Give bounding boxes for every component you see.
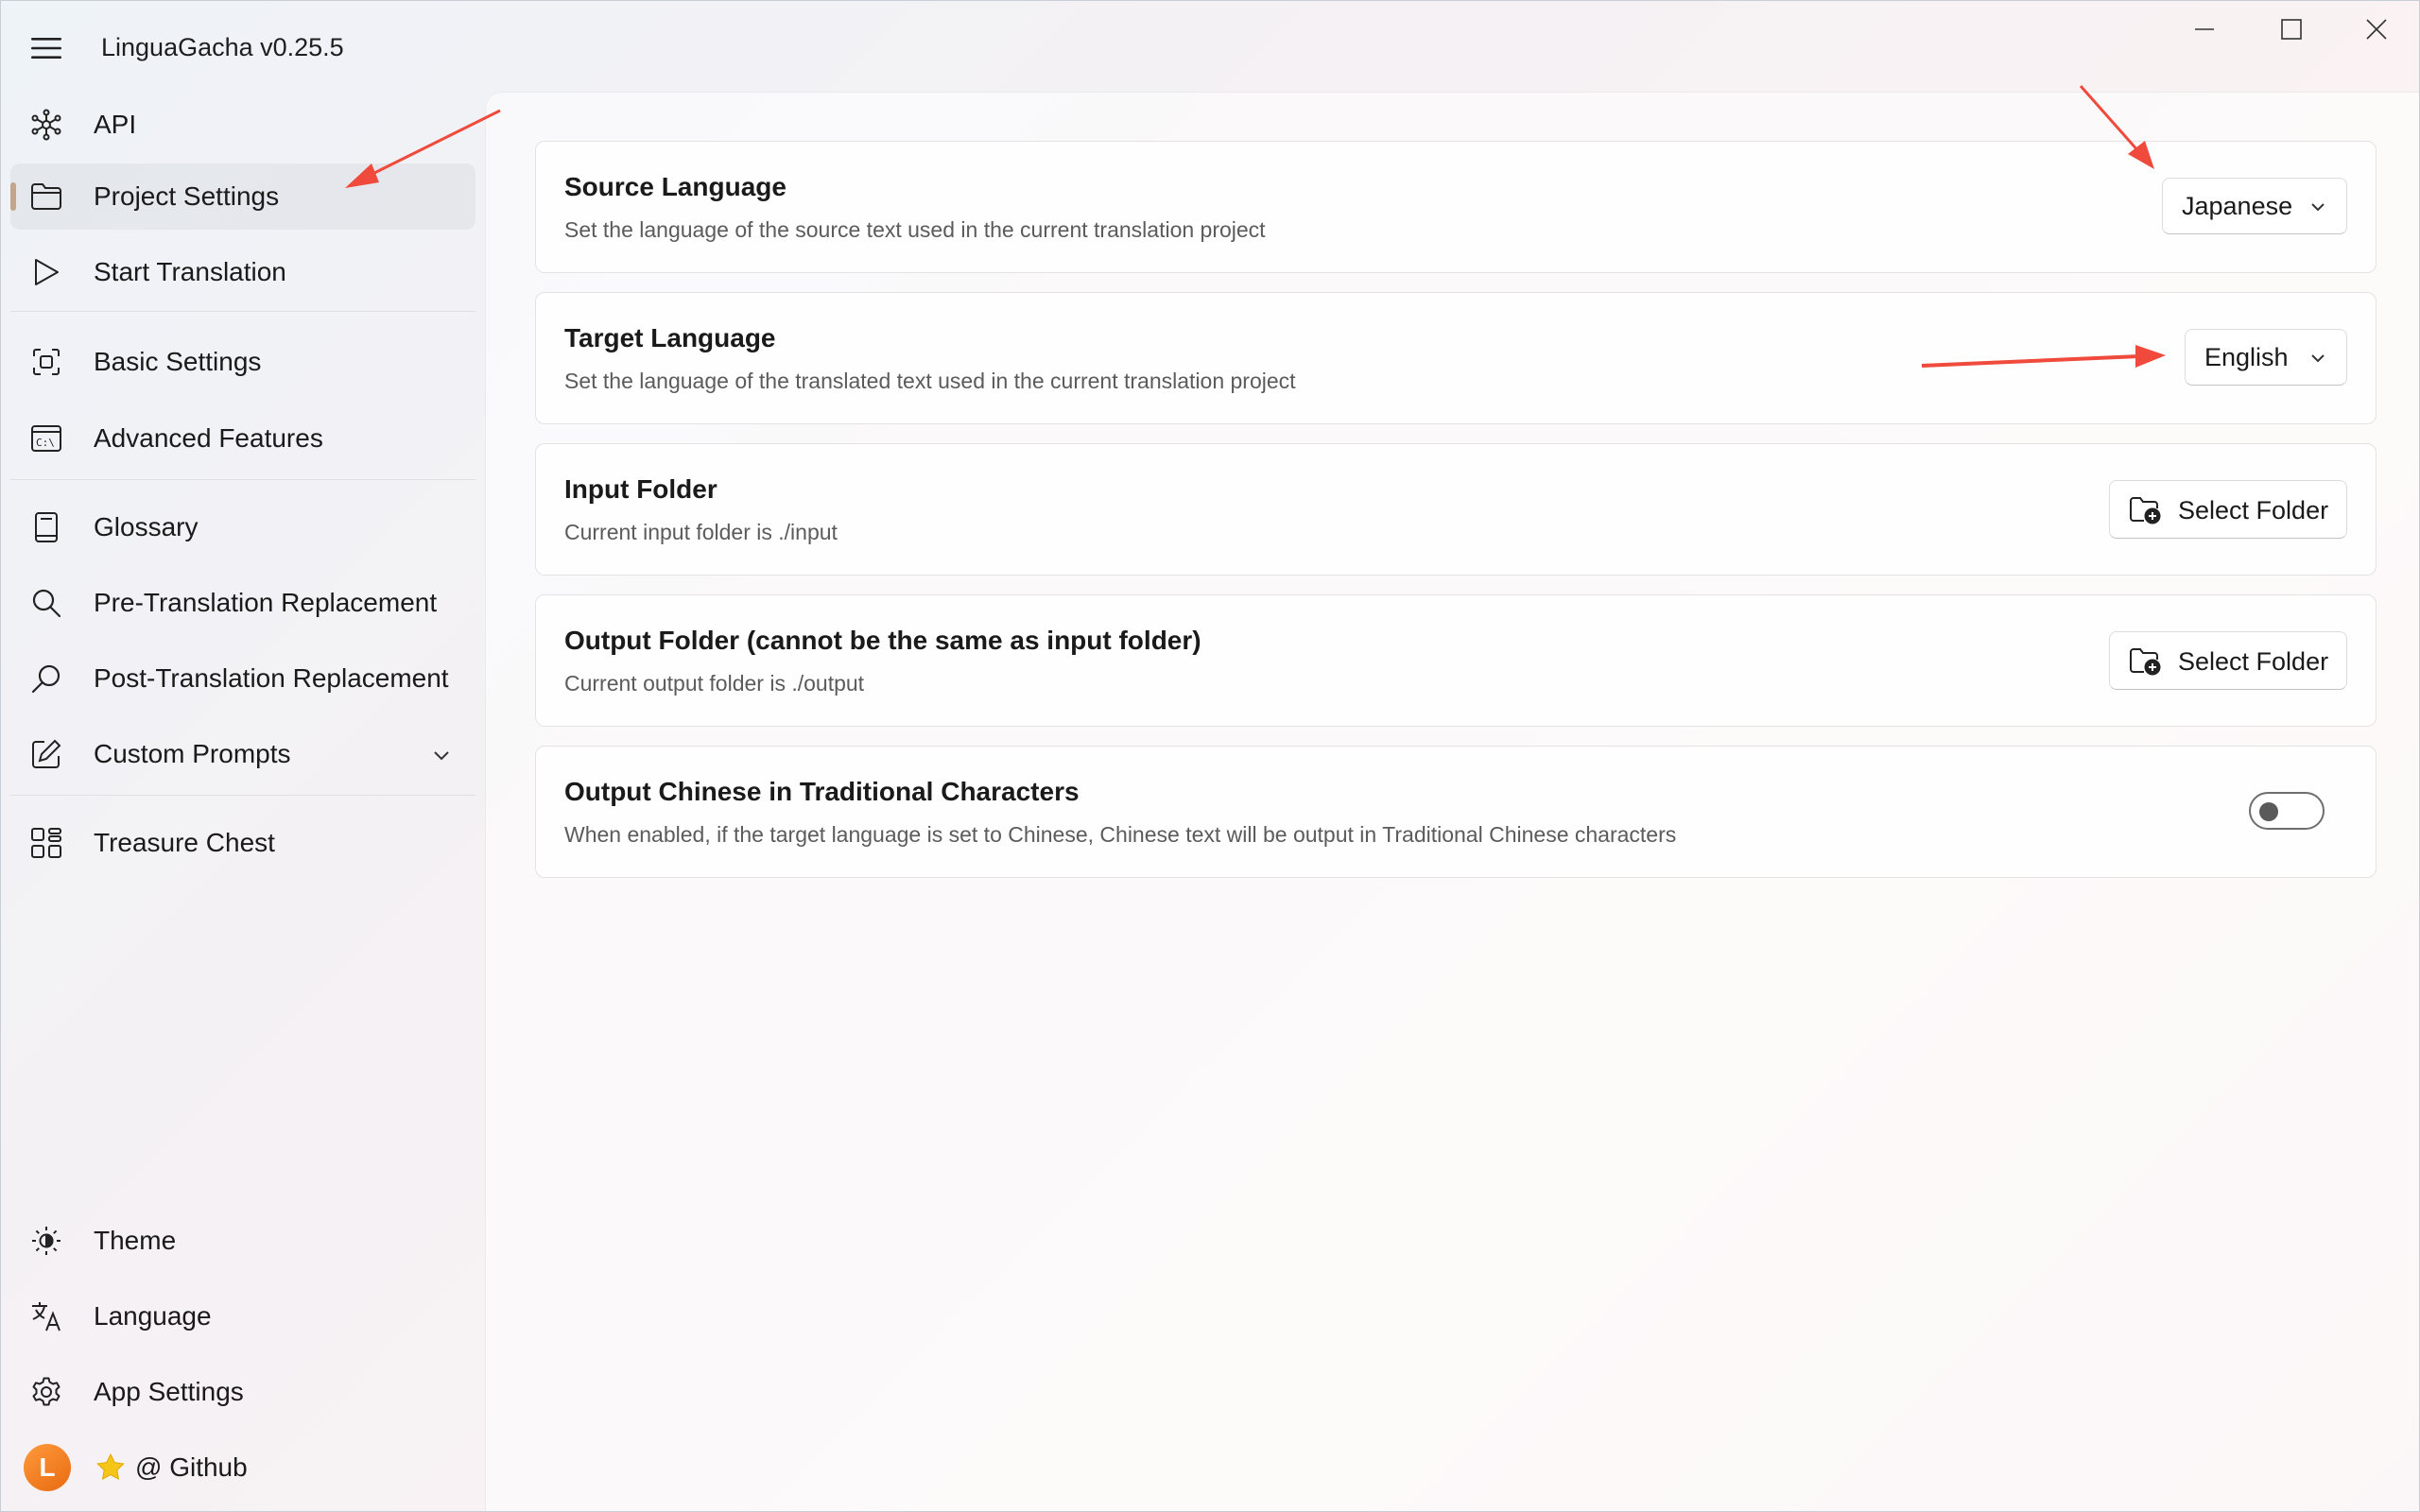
terminal-icon: C:\ (29, 421, 63, 455)
chevron-down-icon (2307, 347, 2329, 369)
close-icon (2365, 18, 2388, 45)
button-label: Select Folder (2178, 647, 2329, 676)
setting-title: Input Folder (564, 474, 717, 504)
sidebar-item-post-translation-replacement[interactable]: Post-Translation Replacement (10, 645, 475, 712)
basic-settings-icon (29, 345, 63, 379)
sidebar-item-label: Post-Translation Replacement (94, 663, 449, 693)
sidebar-item-label: Advanced Features (94, 423, 323, 453)
book-icon (29, 510, 63, 544)
setting-description: Set the language of the source text used… (564, 217, 1266, 242)
target-language-dropdown[interactable]: English (2185, 329, 2347, 386)
main-content: Source Language Set the language of the … (485, 92, 2419, 1511)
close-button[interactable] (2334, 9, 2419, 54)
sidebar-item-start-translation[interactable]: Start Translation (10, 239, 475, 305)
sidebar-item-label: Theme (94, 1226, 177, 1255)
edit-icon (29, 737, 63, 771)
sidebar-item-label: Basic Settings (94, 347, 262, 376)
setting-card-traditional-chinese: Output Chinese in Traditional Characters… (535, 746, 2377, 878)
sidebar-item-language[interactable]: Language (10, 1283, 475, 1349)
api-network-icon (29, 108, 63, 142)
sidebar-item-treasure-chest[interactable]: Treasure Chest (10, 810, 475, 876)
gear-icon (29, 1375, 63, 1409)
sidebar-nav: API Project Settings Start Translation B… (1, 92, 483, 1511)
sidebar-item-custom-prompts[interactable]: Custom Prompts (10, 721, 475, 787)
traditional-chinese-toggle[interactable] (2249, 792, 2325, 830)
apps-grid-icon (29, 826, 63, 860)
sidebar-item-basic-settings[interactable]: Basic Settings (10, 329, 475, 395)
play-icon (29, 255, 63, 289)
sidebar-item-theme[interactable]: Theme (10, 1208, 475, 1274)
folder-add-icon (2129, 496, 2161, 524)
brightness-icon (29, 1224, 63, 1258)
sidebar-item-label: Treasure Chest (94, 828, 275, 857)
sidebar-item-label: Start Translation (94, 257, 286, 286)
sidebar-item-label: Pre-Translation Replacement (94, 588, 438, 617)
sidebar-item-pre-translation-replacement[interactable]: Pre-Translation Replacement (10, 570, 475, 636)
hamburger-menu-icon[interactable] (22, 24, 71, 73)
sidebar-item-api[interactable]: API (10, 92, 475, 158)
select-output-folder-button[interactable]: Select Folder (2109, 631, 2347, 690)
select-input-folder-button[interactable]: Select Folder (2109, 480, 2347, 539)
setting-title: Output Chinese in Traditional Characters (564, 777, 1080, 806)
sidebar-divider (10, 311, 475, 312)
maximize-icon (2280, 18, 2303, 45)
setting-description: Set the language of the translated text … (564, 369, 1296, 393)
setting-title: Source Language (564, 172, 786, 201)
search-alt-icon (29, 662, 63, 696)
setting-title: Output Folder (cannot be the same as inp… (564, 626, 1201, 655)
sidebar-item-label: API (94, 110, 137, 139)
sidebar-item-project-settings[interactable]: Project Settings (10, 163, 475, 230)
minimize-icon (2193, 18, 2216, 45)
title-bar: LinguaGacha v0.25.5 (1, 1, 2419, 92)
sidebar-item-label: Glossary (94, 512, 199, 541)
sidebar-item-advanced-features[interactable]: C:\ Advanced Features (10, 405, 475, 472)
folder-icon (29, 180, 63, 214)
app-window: LinguaGacha v0.25.5 API Project Settings… (0, 0, 2420, 1512)
app-title: LinguaGacha v0.25.5 (101, 33, 344, 61)
setting-description: Current input folder is ./input (564, 520, 838, 544)
dropdown-value: Japanese (2182, 191, 2293, 220)
setting-title: Target Language (564, 323, 776, 352)
setting-card-input-folder: Input Folder Current input folder is ./i… (535, 443, 2377, 576)
sidebar-item-label: Project Settings (94, 181, 280, 211)
setting-card-target-language: Target Language Set the language of the … (535, 292, 2377, 424)
star-icon (95, 1452, 126, 1483)
github-label: @ Github (135, 1452, 248, 1482)
chevron-down-icon (2307, 196, 2329, 218)
sidebar-item-label: Custom Prompts (94, 739, 291, 768)
setting-description: When enabled, if the target language is … (564, 822, 1677, 847)
sidebar-item-label: App Settings (94, 1377, 244, 1406)
sidebar-item-label: Language (94, 1301, 212, 1331)
dropdown-value: English (2204, 342, 2289, 371)
setting-card-output-folder: Output Folder (cannot be the same as inp… (535, 594, 2377, 727)
sidebar-divider (10, 479, 475, 480)
sidebar-item-app-settings[interactable]: App Settings (10, 1359, 475, 1425)
language-icon (29, 1299, 63, 1333)
search-icon (29, 586, 63, 620)
sidebar-divider (10, 795, 475, 796)
toggle-knob (2259, 802, 2278, 821)
button-label: Select Folder (2178, 496, 2329, 524)
chevron-down-icon[interactable] (428, 742, 455, 768)
github-link[interactable]: L @ Github (10, 1435, 475, 1501)
minimize-button[interactable] (2162, 9, 2247, 54)
setting-card-source-language: Source Language Set the language of the … (535, 141, 2377, 273)
folder-add-icon (2129, 647, 2161, 676)
setting-description: Current output folder is ./output (564, 671, 865, 696)
maximize-button[interactable] (2249, 9, 2334, 54)
source-language-dropdown[interactable]: Japanese (2162, 178, 2347, 234)
svg-text:C:\: C:\ (36, 437, 55, 449)
avatar: L (24, 1444, 71, 1491)
sidebar-item-glossary[interactable]: Glossary (10, 494, 475, 560)
